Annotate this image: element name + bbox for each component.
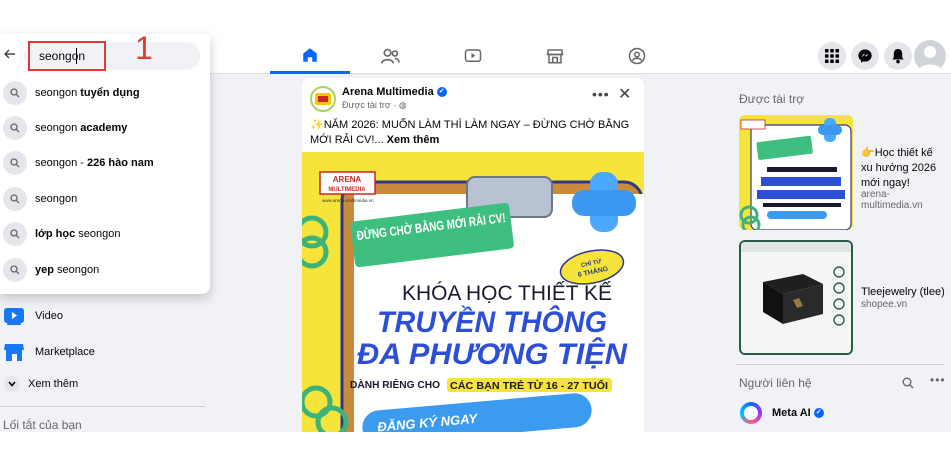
search-dropdown: seongon tuyển dụng seongon academy seong…: [0, 34, 210, 294]
sidebar-ad-image-1[interactable]: [739, 115, 853, 230]
search-suggestion[interactable]: seongon - 226 hào nam: [0, 145, 210, 180]
sidebar-ad-domain-2: shopee.vn: [861, 299, 908, 310]
more-options-icon[interactable]: •••: [592, 86, 610, 102]
search-contacts-icon[interactable]: [902, 376, 914, 394]
post-ad-image[interactable]: ARENA MULTIMEDIA www.arena-multimedia.vn…: [302, 152, 644, 432]
ad-logo-url: www.arena-multimedia.vn: [322, 198, 374, 203]
messenger-button[interactable]: [851, 42, 879, 70]
sidebar-ad-title-1[interactable]: 👉Học thiết kế xu hướng 2026 mới ngay!: [861, 146, 945, 191]
tab-friends[interactable]: [350, 38, 430, 74]
search-input[interactable]: [28, 41, 106, 71]
ad-headline-2: TRUYỀN THÔNG: [377, 305, 607, 339]
sidebar-ad-title-2[interactable]: Tleejewelry (tlee): [861, 285, 947, 300]
search-suggestion[interactable]: lớp học seongon: [0, 216, 210, 251]
close-icon[interactable]: ✕: [618, 84, 631, 104]
more-options-icon[interactable]: •••: [930, 373, 946, 387]
bottom-area: [0, 432, 951, 476]
groups-icon: [628, 47, 646, 65]
marketplace-icon: [546, 49, 564, 64]
ad-logo-line1: ARENA: [333, 175, 362, 184]
search-suggestion[interactable]: seongon tuyển dụng: [0, 75, 210, 110]
tab-home[interactable]: [270, 38, 350, 74]
search-icon: [3, 115, 27, 140]
ad-logo-line2: MULTIMEDIA: [328, 187, 366, 193]
watch-icon: [464, 49, 482, 62]
sidebar-item-video[interactable]: Video: [4, 306, 63, 326]
divider: [736, 364, 944, 365]
tab-watch[interactable]: [433, 38, 513, 74]
search-icon: [3, 221, 27, 246]
sponsored-heading: Được tài trợ: [739, 92, 805, 106]
chevron-down-icon: [4, 376, 20, 392]
see-more-button[interactable]: Xem thêm: [4, 376, 78, 392]
notifications-button[interactable]: [884, 42, 912, 70]
divider: [0, 406, 205, 407]
search-icon: [3, 257, 27, 282]
search-suggestion[interactable]: seongon: [0, 181, 210, 216]
sidebar-ad-image-2[interactable]: [739, 240, 853, 355]
ad-artwork: ARENA MULTIMEDIA www.arena-multimedia.vn…: [302, 152, 644, 432]
search-suggestion[interactable]: yep seongon: [0, 252, 210, 287]
jewelry-box-artwork: [741, 242, 851, 353]
profile-placeholder-icon: [918, 46, 942, 72]
suggestion-text: seongon - 226 hào nam: [35, 156, 154, 169]
text-cursor: [76, 48, 77, 64]
ad-headline-1: KHÓA HỌC THIẾT KẾ: [402, 282, 612, 305]
verified-badge-icon: ✓: [436, 87, 447, 98]
home-icon: [303, 47, 317, 62]
see-more-label: Xem thêm: [28, 378, 79, 390]
back-arrow-icon[interactable]: [4, 46, 16, 62]
search-icon: [3, 150, 27, 175]
verified-badge-icon: ✓: [813, 408, 824, 419]
suggestion-text: seongon tuyển dụng: [35, 86, 140, 99]
tab-groups[interactable]: [597, 38, 677, 74]
sidebar-item-label: Video: [35, 310, 63, 322]
menu-button[interactable]: [818, 42, 846, 70]
marketplace-icon: [4, 344, 24, 361]
ad-audience-prefix: DÀNH RIÊNG CHO: [350, 378, 440, 391]
messenger-icon: [858, 49, 872, 63]
suggestion-text: seongon: [35, 192, 78, 205]
see-more-link[interactable]: Xem thêm: [387, 134, 440, 146]
globe-icon: ◍: [398, 100, 407, 110]
post-meta: Được tài trợ · ◍: [342, 100, 407, 110]
suggestion-text: lớp học seongon: [35, 227, 121, 240]
tab-marketplace[interactable]: [515, 38, 595, 74]
suggestion-text: yep seongon: [35, 263, 100, 276]
sidebar-ad-domain-1: arena-multimedia.vn: [861, 189, 923, 211]
ad-headline-3: ĐA PHƯƠNG TIỆN: [357, 337, 628, 371]
ad-audience-highlight: CÁC BẠN TRẺ TỪ 16 - 27 TUỔI: [450, 379, 608, 392]
bell-icon: [892, 49, 904, 64]
video-icon: [4, 308, 24, 325]
suggestion-text: seongon academy: [35, 121, 128, 134]
post-text: ✨NĂM 2026: MUỐN LÀM THÌ LÀM NGAY – ĐỪNG …: [310, 119, 630, 146]
page-logo[interactable]: [310, 86, 336, 112]
friends-icon: [381, 48, 400, 64]
contacts-heading: Người liên hệ: [739, 376, 812, 390]
meta-ai-avatar-icon[interactable]: [740, 402, 762, 424]
search-icon: [3, 186, 27, 211]
sidebar-item-label: Marketplace: [35, 346, 95, 358]
search-icon: [3, 80, 27, 105]
avatar[interactable]: [914, 40, 946, 72]
ad-thumbnail-artwork: [739, 115, 853, 230]
contact-meta-ai[interactable]: Meta AI ✓: [772, 407, 824, 419]
sponsored-post: Arena Multimedia ✓ Được tài trợ · ◍ ••• ✕…: [302, 78, 644, 432]
arena-logo-icon: [315, 93, 331, 105]
grid-menu-icon: [825, 49, 839, 63]
post-author[interactable]: Arena Multimedia ✓: [342, 86, 447, 98]
search-suggestion[interactable]: seongon academy: [0, 110, 210, 145]
sidebar-item-marketplace[interactable]: Marketplace: [4, 342, 95, 362]
shortcuts-heading: Lối tắt của bạn: [3, 418, 82, 432]
step-annotation-number: 1: [135, 30, 153, 66]
